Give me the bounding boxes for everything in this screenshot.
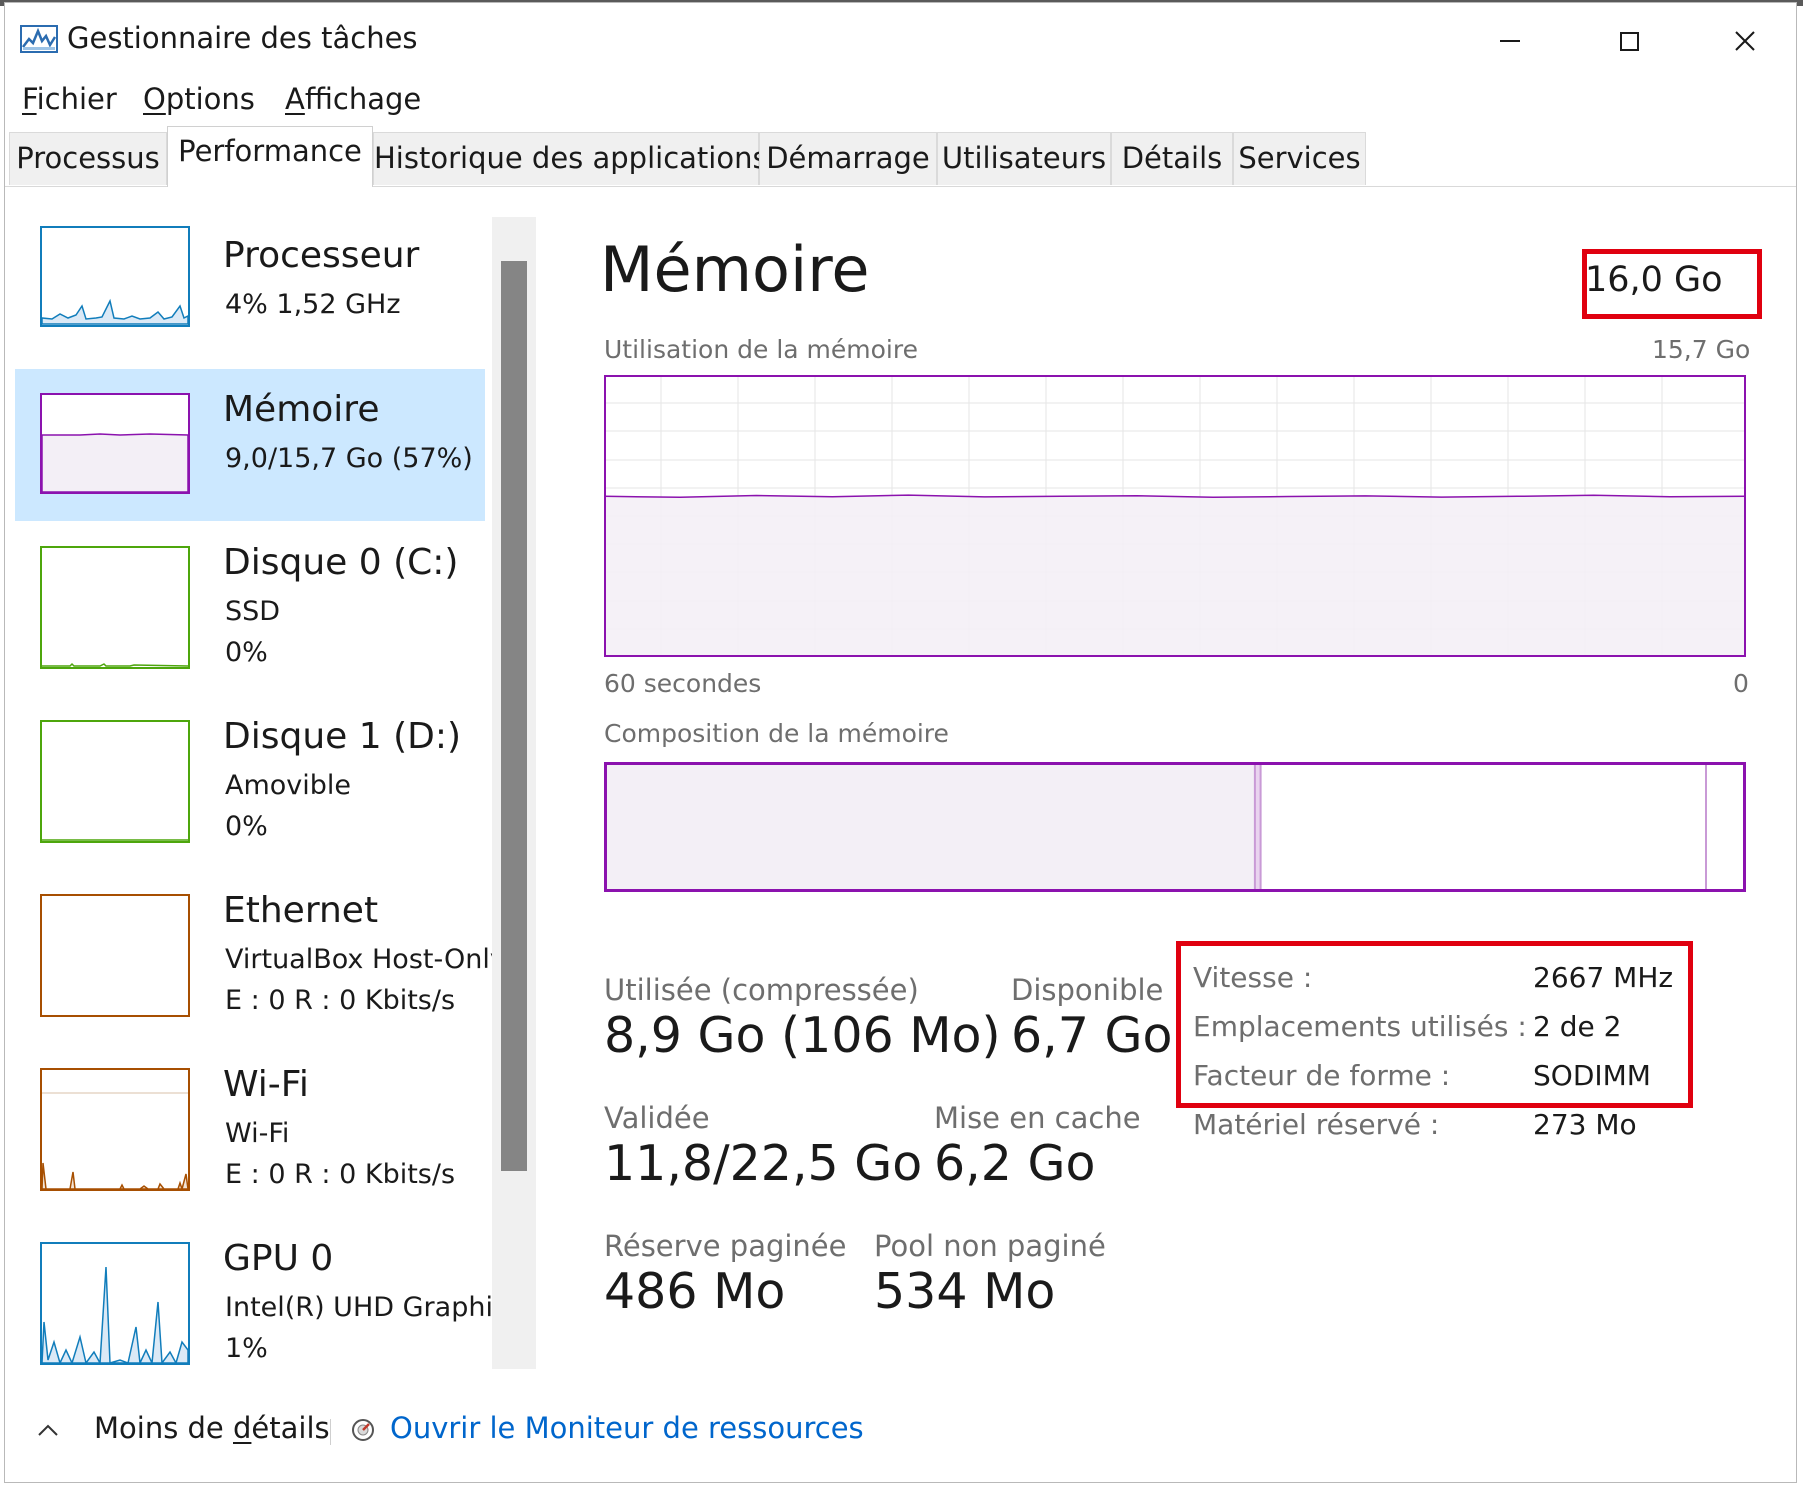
- sidebar-item-name: Ethernet: [223, 890, 379, 931]
- menu-affichage[interactable]: Affichage: [285, 82, 421, 116]
- tab-utilisateurs[interactable]: Utilisateurs: [937, 132, 1111, 185]
- stat-used-label: Utilisée (compressée): [604, 973, 919, 1007]
- time-axis-left: 60 secondes: [604, 669, 762, 698]
- menu-mnemonic: F: [22, 82, 37, 116]
- sidebar-item-disque-1[interactable]: Disque 1 (D:) Amovible 0%: [15, 696, 485, 848]
- performance-sidebar: Processeur 4% 1,52 GHz Mémoire 9,0/15,7 …: [5, 187, 493, 1367]
- usage-caption: Utilisation de la mémoire: [604, 335, 918, 364]
- sidebar-item-detail: Wi-Fi: [225, 1118, 290, 1149]
- footer-divider: [330, 1419, 331, 1445]
- stat-nonpaged-value: 534 Mo: [874, 1263, 1056, 1320]
- sidebar-item-detail: 4% 1,52 GHz: [225, 289, 401, 320]
- menu-mnemonic: A: [285, 82, 305, 116]
- maximize-icon[interactable]: [1599, 21, 1659, 61]
- less-details-label-rest: étails: [251, 1411, 330, 1445]
- sidebar-item-detail: 0%: [225, 811, 268, 842]
- less-details-button[interactable]: Moins de détails: [94, 1411, 330, 1445]
- highlight-box-total: [1582, 249, 1762, 319]
- task-manager-window: Gestionnaire des tâches Fichier Options …: [4, 2, 1797, 1483]
- title-bar: Gestionnaire des tâches: [5, 3, 1796, 73]
- stat-paged-label: Réserve paginée: [604, 1229, 847, 1263]
- stat-available-value: 6,7 Go: [1011, 1007, 1173, 1064]
- sidebar-item-ethernet[interactable]: Ethernet VirtualBox Host-Only E : 0 R : …: [15, 870, 493, 1022]
- sidebar-item-wifi[interactable]: Wi-Fi Wi-Fi E : 0 R : 0 Kbits/s: [15, 1044, 485, 1196]
- stat-nonpaged-label: Pool non paginé: [874, 1229, 1106, 1263]
- stat-committed-value: 11,8/22,5 Go: [604, 1135, 923, 1192]
- tab-services[interactable]: Services: [1233, 132, 1366, 185]
- tab-historique-des-applications[interactable]: Historique des applications: [373, 132, 768, 185]
- memory-panel: Mémoire 16,0 Go Utilisation de la mémoir…: [545, 187, 1795, 1367]
- less-details-label: Moins de: [94, 1411, 233, 1445]
- disk-0-mini-graph: [40, 546, 190, 669]
- tab-processus[interactable]: Processus: [9, 132, 167, 185]
- stat-used-value: 8,9 Go (106 Mo): [604, 1007, 1001, 1064]
- menu-options[interactable]: Options: [143, 82, 255, 116]
- task-manager-icon: [20, 25, 58, 53]
- sidebar-scrollbar-thumb[interactable]: [501, 261, 527, 1171]
- resource-monitor-icon: [352, 1419, 374, 1441]
- stat-committed-label: Validée: [604, 1101, 710, 1135]
- stat-paged-value: 486 Mo: [604, 1263, 786, 1320]
- sidebar-item-detail: Intel(R) UHD Graphics: [225, 1292, 493, 1323]
- open-resource-monitor-link[interactable]: Ouvrir le Moniteur de ressources: [390, 1411, 864, 1445]
- sidebar-item-gpu-0[interactable]: GPU 0 Intel(R) UHD Graphics 1%: [15, 1218, 493, 1367]
- sidebar-item-detail: 9,0/15,7 Go (57%): [225, 443, 473, 474]
- sidebar-item-detail: SSD: [225, 596, 281, 627]
- footer-bar: Moins de détails Ouvrir le Moniteur de r…: [5, 1393, 1796, 1463]
- usage-area: [604, 495, 1746, 657]
- disk-1-mini-graph: [40, 720, 190, 843]
- sidebar-item-disque-0[interactable]: Disque 0 (C:) SSD 0%: [15, 522, 485, 674]
- sidebar-item-detail: E : 0 R : 0 Kbits/s: [225, 1159, 456, 1190]
- sidebar-item-name: Mémoire: [223, 389, 380, 430]
- stat-available-label: Disponible: [1011, 973, 1164, 1007]
- sidebar-item-detail: 0%: [225, 637, 268, 668]
- menu-label: ptions: [165, 82, 255, 116]
- sidebar-item-detail: Amovible: [225, 770, 352, 801]
- composition-in-use: [604, 762, 1255, 892]
- memory-mini-graph: [40, 393, 190, 494]
- stat-cached-value: 6,2 Go: [934, 1135, 1096, 1192]
- minimize-icon[interactable]: [1480, 21, 1540, 61]
- menu-fichier[interactable]: Fichier: [22, 82, 117, 116]
- spec-reserved-label: Matériel réservé :: [1193, 1108, 1440, 1141]
- sidebar-item-detail: VirtualBox Host-Only: [225, 944, 493, 975]
- sidebar-item-detail: 1%: [225, 1333, 268, 1364]
- chevron-up-icon[interactable]: [37, 1423, 59, 1437]
- usage-max-label: 15,7 Go: [1652, 335, 1751, 364]
- gpu-mini-graph: [40, 1242, 190, 1365]
- sidebar-item-name: GPU 0: [223, 1238, 334, 1279]
- tab-bar: Processus Performance Historique des app…: [5, 126, 1796, 187]
- spec-reserved-value: 273 Mo: [1533, 1108, 1637, 1141]
- menu-label: ichier: [36, 82, 117, 116]
- sidebar-item-name: Wi-Fi: [223, 1064, 309, 1105]
- composition-caption: Composition de la mémoire: [604, 719, 949, 748]
- memory-composition-bar: [604, 762, 1746, 892]
- menu-bar: Fichier Options Affichage: [5, 75, 1796, 121]
- sidebar-item-processeur[interactable]: Processeur 4% 1,52 GHz: [15, 215, 485, 367]
- wifi-mini-graph: [40, 1068, 190, 1191]
- window-title: Gestionnaire des tâches: [67, 21, 418, 55]
- menu-label: ffichage: [304, 82, 422, 116]
- tab-performance[interactable]: Performance: [167, 126, 373, 187]
- page-title: Mémoire: [600, 233, 870, 306]
- tab-demarrage[interactable]: Démarrage: [759, 132, 937, 185]
- time-axis-right: 0: [1733, 669, 1749, 698]
- cpu-mini-graph: [40, 226, 190, 327]
- sidebar-item-name: Disque 1 (D:): [223, 716, 462, 757]
- stat-cached-label: Mise en cache: [934, 1101, 1141, 1135]
- memory-usage-graph: [604, 375, 1746, 657]
- highlight-box-specs: [1176, 941, 1693, 1108]
- sidebar-item-memoire[interactable]: Mémoire 9,0/15,7 Go (57%): [15, 369, 485, 521]
- sidebar-item-name: Processeur: [223, 235, 420, 276]
- close-icon[interactable]: [1715, 21, 1775, 61]
- tab-details[interactable]: Détails: [1111, 132, 1233, 185]
- sidebar-item-name: Disque 0 (C:): [223, 542, 459, 583]
- menu-mnemonic: O: [143, 82, 166, 116]
- sidebar-item-detail: E : 0 R : 0 Kbits/s: [225, 985, 456, 1016]
- ethernet-mini-graph: [40, 894, 190, 1017]
- less-details-mnemonic: d: [233, 1411, 252, 1445]
